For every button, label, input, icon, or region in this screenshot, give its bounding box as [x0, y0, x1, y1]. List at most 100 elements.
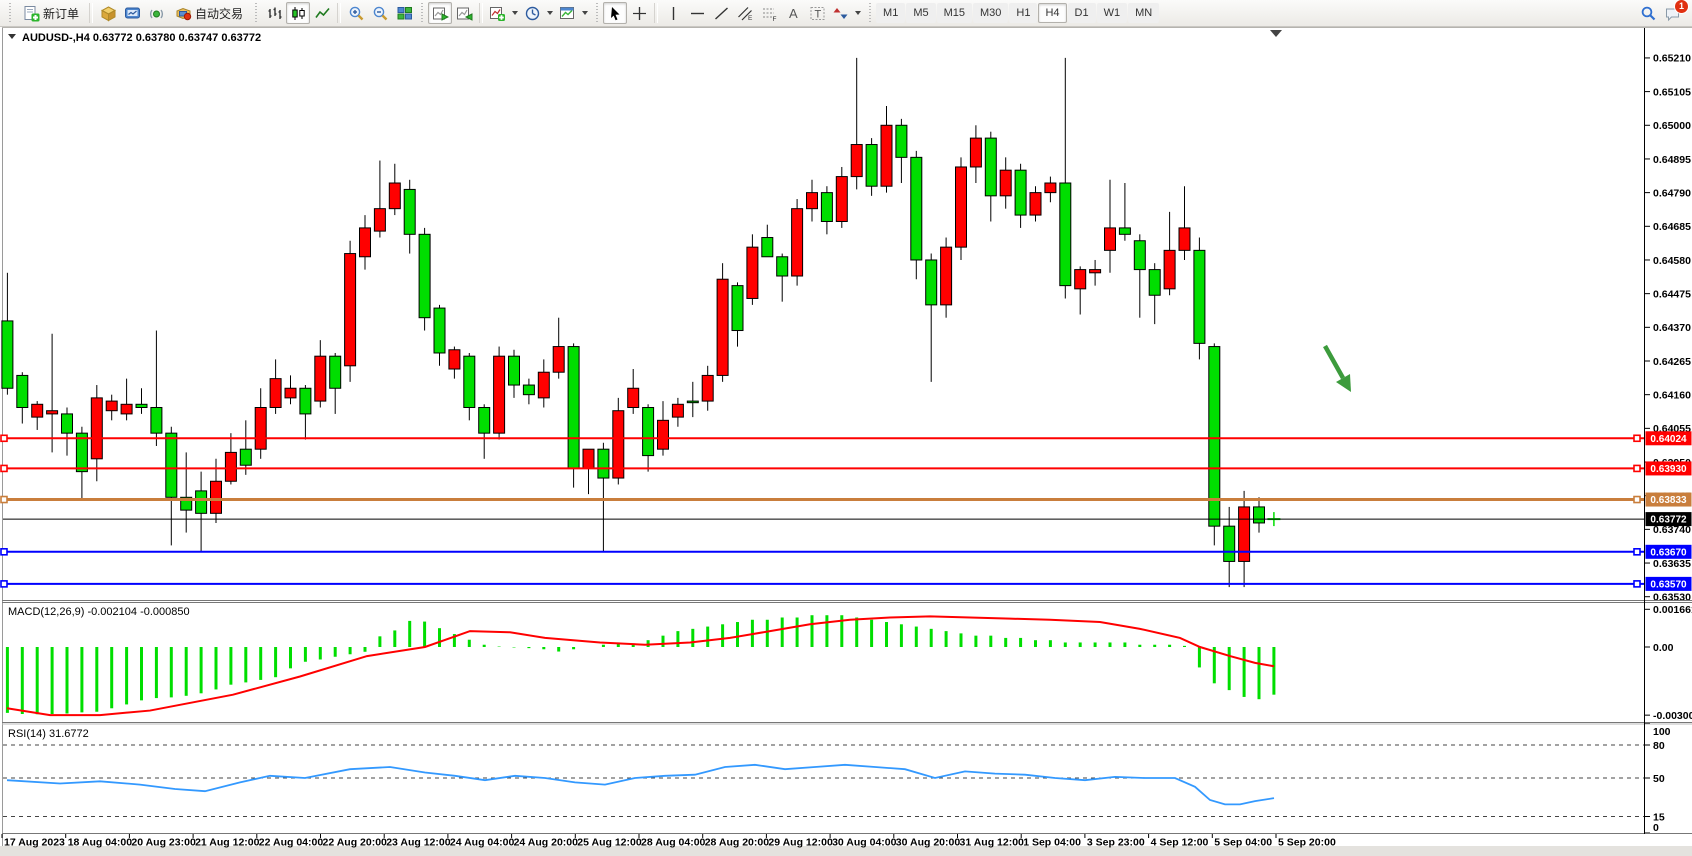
candle-body: [956, 167, 967, 247]
vertical-line-button[interactable]: [661, 2, 685, 24]
price-tick-label: 0.64790: [1653, 187, 1691, 199]
time-axis[interactable]: 17 Aug 202318 Aug 04:0020 Aug 23:0021 Au…: [2, 834, 1336, 849]
price-tick-label: 0.65000: [1653, 120, 1691, 132]
timeframe-button-M15[interactable]: M15: [937, 3, 972, 23]
candle-body: [866, 145, 877, 187]
notifications-button[interactable]: 1: [1660, 2, 1684, 24]
cursor-button[interactable]: [603, 2, 627, 24]
tile-windows-icon: [396, 5, 413, 22]
rsi-tick-label: 100: [1653, 726, 1671, 738]
line-chart-icon: [314, 5, 331, 22]
hline-handle[interactable]: [1, 581, 7, 587]
candle-body: [479, 407, 490, 433]
timeframe-toolbar: M1M5M15M30H1H4D1W1MN: [876, 3, 1159, 23]
timeframe-button-MN[interactable]: MN: [1128, 3, 1159, 23]
time-tick-label: 21 Aug 12:00: [195, 837, 260, 849]
candle-body: [121, 404, 132, 414]
new-order-icon: [23, 5, 40, 22]
candlestick-icon: [290, 5, 307, 22]
hline-handle[interactable]: [1634, 465, 1640, 471]
equidistant-channel-button[interactable]: E: [733, 2, 757, 24]
candle-body: [196, 491, 207, 513]
crosshair-button[interactable]: [627, 2, 651, 24]
candle-body: [598, 449, 609, 478]
text-label-button[interactable]: T: [805, 2, 829, 24]
hline-handle[interactable]: [1634, 497, 1640, 503]
candle-body: [300, 388, 311, 414]
candle-body: [762, 238, 773, 257]
candle-body: [166, 433, 177, 497]
auto-scroll-button[interactable]: [428, 2, 452, 24]
candle-body: [404, 189, 415, 234]
hline-handle[interactable]: [1634, 549, 1640, 555]
chart-area[interactable]: 0.652100.651050.650000.648950.647900.646…: [0, 0, 1692, 856]
time-tick-label: 18 Aug 04:00: [68, 837, 133, 849]
signals-button[interactable]: [144, 2, 168, 24]
candle-body: [255, 407, 266, 449]
timeframe-button-W1[interactable]: W1: [1097, 3, 1128, 23]
timeframe-button-H1[interactable]: H1: [1009, 3, 1037, 23]
fibonacci-glyph: F: [772, 16, 776, 22]
vertical-line-icon: [665, 5, 682, 22]
price-tick-label: 0.64370: [1653, 322, 1691, 334]
zoom-out-button[interactable]: [368, 2, 392, 24]
rsi-tick-label: 0: [1653, 822, 1659, 834]
auto-scroll-icon: [432, 5, 449, 22]
indicators-button[interactable]: [486, 2, 521, 24]
line-chart-button[interactable]: [310, 2, 334, 24]
price-tick-label: 0.64475: [1653, 288, 1691, 300]
arrows-icon: [832, 5, 849, 22]
candle-body: [523, 385, 534, 395]
horizontal-line-button[interactable]: [685, 2, 709, 24]
candle-body: [732, 286, 743, 331]
macd-tick-label: -0.003002: [1653, 710, 1692, 722]
timeframe-button-M1[interactable]: M1: [876, 3, 905, 23]
bar-chart-button[interactable]: [262, 2, 286, 24]
time-tick-label: 17 Aug 2023: [4, 837, 65, 849]
time-tick-label: 28 Aug 04:00: [641, 837, 706, 849]
toolbar-grip[interactable]: [419, 3, 425, 23]
trendline-button[interactable]: [709, 2, 733, 24]
chart-shift-button[interactable]: [452, 2, 476, 24]
market-watch-button[interactable]: [96, 2, 120, 24]
terminal-button[interactable]: [120, 2, 144, 24]
timeframe-button-H4[interactable]: H4: [1038, 3, 1066, 23]
hline-handle[interactable]: [1, 497, 7, 503]
toolbar-grip[interactable]: [594, 3, 600, 23]
new-order-button[interactable]: 新订单: [16, 2, 86, 24]
toolbar-grip[interactable]: [7, 3, 13, 23]
candle-body: [17, 375, 28, 407]
timeframe-button-D1[interactable]: D1: [1068, 3, 1096, 23]
text-button[interactable]: A: [781, 2, 805, 24]
candle-body: [509, 356, 520, 385]
candle-body: [1149, 270, 1160, 296]
zoom-in-button[interactable]: [344, 2, 368, 24]
candle-body: [389, 183, 400, 209]
candlestick-chart-button[interactable]: [286, 2, 310, 24]
hline-handle[interactable]: [1634, 435, 1640, 441]
candle-body: [270, 379, 281, 408]
symbol-overlay: AUDUSD-,H4 0.63772 0.63780 0.63747 0.637…: [8, 32, 261, 44]
toolbar-grip[interactable]: [253, 3, 259, 23]
candle-body: [225, 452, 236, 481]
timeframe-button-M30[interactable]: M30: [973, 3, 1008, 23]
templates-button[interactable]: [556, 2, 591, 24]
tile-windows-button[interactable]: [392, 2, 416, 24]
candle-body: [374, 209, 385, 231]
candle-body: [1045, 183, 1056, 193]
periods-button[interactable]: [521, 2, 556, 24]
arrows-button[interactable]: [829, 2, 864, 24]
candle-body: [494, 356, 505, 433]
hline-handle[interactable]: [1, 549, 7, 555]
autotrading-button[interactable]: 自动交易: [168, 2, 250, 24]
toolbar-separator: [479, 3, 483, 23]
hline-handle[interactable]: [1634, 581, 1640, 587]
search-button[interactable]: [1636, 2, 1660, 24]
fibonacci-button[interactable]: F: [757, 2, 781, 24]
timeframe-button-M5[interactable]: M5: [906, 3, 935, 23]
hline-handle[interactable]: [1, 465, 7, 471]
toolbar-grip[interactable]: [867, 3, 873, 23]
rsi-label: RSI(14) 31.6772: [8, 728, 89, 740]
hline-handle[interactable]: [1, 435, 7, 441]
candle-body: [1194, 250, 1205, 343]
